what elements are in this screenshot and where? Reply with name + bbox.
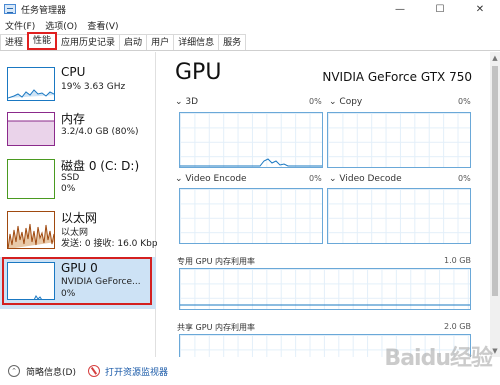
graph-video-decode (327, 188, 471, 244)
vertical-scrollbar[interactable]: ▲ ▼ (490, 52, 500, 357)
performance-sidebar: CPU 19% 3.63 GHz 内存 3.2/4.0 GB (80%) 磁盘 … (0, 52, 158, 357)
open-resource-monitor-link[interactable]: 打开资源监视器 (105, 365, 168, 378)
memory-thumbnail (7, 112, 55, 146)
sidebar-memory-usage: 3.2/4.0 GB (80%) (61, 127, 139, 137)
graph-video-decode-label[interactable]: ⌄ Video Decode (329, 174, 402, 184)
graph-video-decode-label-text: Video Decode (339, 174, 402, 184)
graph-3d-pct: 0% (309, 97, 322, 106)
tab-details[interactable]: 详细信息 (173, 34, 220, 50)
sidebar-cpu-usage: 19% 3.63 GHz (61, 82, 126, 92)
graph-video-decode-pct: 0% (458, 174, 471, 183)
fewer-details-link[interactable]: 简略信息(D) (26, 365, 76, 378)
task-manager-icon (4, 4, 16, 14)
sidebar-memory-name: 内存 (61, 112, 86, 126)
graph-3d-label[interactable]: ⌄ 3D (175, 97, 198, 107)
sidebar-gpu-name: GPU 0 (61, 261, 98, 275)
tab-app-history[interactable]: 应用历史记录 (56, 34, 121, 50)
window-title: 任务管理器 (21, 5, 67, 16)
cpu-thumbnail (7, 67, 55, 101)
tab-processes[interactable]: 进程 (0, 34, 29, 50)
graph-3d (179, 112, 323, 168)
sidebar-item-ethernet[interactable]: 以太网 以太网 发送: 0 接收: 16.0 Kbp (0, 204, 158, 256)
menu-view[interactable]: 查看(V) (82, 19, 123, 32)
sidebar-disk-usage: 0% (61, 184, 76, 194)
sidebar-item-gpu[interactable]: GPU 0 NVIDIA GeForce... 0% (0, 257, 156, 309)
title-bar: 任务管理器 — ☐ ✕ (0, 0, 500, 18)
graph-video-encode-label-text: Video Encode (185, 174, 247, 184)
sidebar-disk-type: SSD (61, 173, 80, 183)
maximize-button[interactable]: ☐ (420, 0, 460, 18)
gpu-thumbnail (7, 262, 55, 300)
graph-video-encode-pct: 0% (309, 174, 322, 183)
tab-performance[interactable]: 性能 (27, 32, 58, 50)
sidebar-item-memory[interactable]: 内存 3.2/4.0 GB (80%) (0, 105, 156, 157)
sidebar-ethernet-throughput: 发送: 0 接收: 16.0 Kbp (61, 239, 158, 249)
scrollbar-thumb[interactable] (492, 66, 498, 296)
tab-bar: 进程 性能 应用历史记录 启动 用户 详细信息 服务 (0, 32, 500, 51)
sidebar-disk-name: 磁盘 0 (C: D:) (61, 159, 140, 173)
tab-startup[interactable]: 启动 (119, 34, 148, 50)
shared-memory-label: 共享 GPU 内存利用率 (177, 323, 255, 332)
graph-3d-label-text: 3D (185, 97, 199, 107)
resource-monitor-icon[interactable] (87, 365, 100, 377)
dedicated-memory-graph (179, 268, 471, 310)
gpu-detail-panel: GPU NVIDIA GeForce GTX 750 ⌄ 3D 0% ⌄ Cop… (157, 52, 490, 357)
gpu-model-name: NVIDIA GeForce GTX 750 (322, 70, 472, 84)
graph-video-encode (179, 188, 323, 244)
tab-users[interactable]: 用户 (146, 34, 175, 50)
menu-bar: 文件(F) 选项(O) 查看(V) (0, 18, 500, 32)
sidebar-cpu-name: CPU (61, 65, 86, 79)
dedicated-memory-label: 专用 GPU 内存利用率 (177, 257, 255, 266)
tab-services[interactable]: 服务 (218, 34, 247, 50)
graph-copy-label[interactable]: ⌄ Copy (329, 97, 362, 107)
scroll-down-icon[interactable]: ▼ (491, 347, 499, 355)
dedicated-memory-max: 1.0 GB (444, 256, 471, 265)
menu-file[interactable]: 文件(F) (0, 19, 40, 32)
graph-copy-label-text: Copy (339, 97, 363, 107)
menu-options[interactable]: 选项(O) (40, 19, 82, 32)
page-title: GPU (175, 60, 222, 85)
chevron-up-icon[interactable]: ⌃ (8, 365, 20, 377)
sidebar-gpu-model: NVIDIA GeForce... (61, 277, 141, 287)
scroll-up-icon[interactable]: ▲ (491, 54, 499, 62)
window-controls: — ☐ ✕ (380, 0, 500, 18)
graph-video-encode-label[interactable]: ⌄ Video Encode (175, 174, 247, 184)
minimize-button[interactable]: — (380, 0, 420, 18)
graph-copy-pct: 0% (458, 97, 471, 106)
watermark: Baidu经验 (384, 346, 493, 371)
close-button[interactable]: ✕ (460, 0, 500, 18)
sidebar-ethernet-name: 以太网 (61, 211, 98, 225)
ethernet-thumbnail (7, 211, 55, 249)
shared-memory-max: 2.0 GB (444, 322, 471, 331)
graph-copy (327, 112, 471, 168)
disk-thumbnail (7, 159, 55, 199)
sidebar-gpu-usage: 0% (61, 289, 76, 299)
sidebar-item-disk[interactable]: 磁盘 0 (C: D:) SSD 0% (0, 152, 156, 204)
